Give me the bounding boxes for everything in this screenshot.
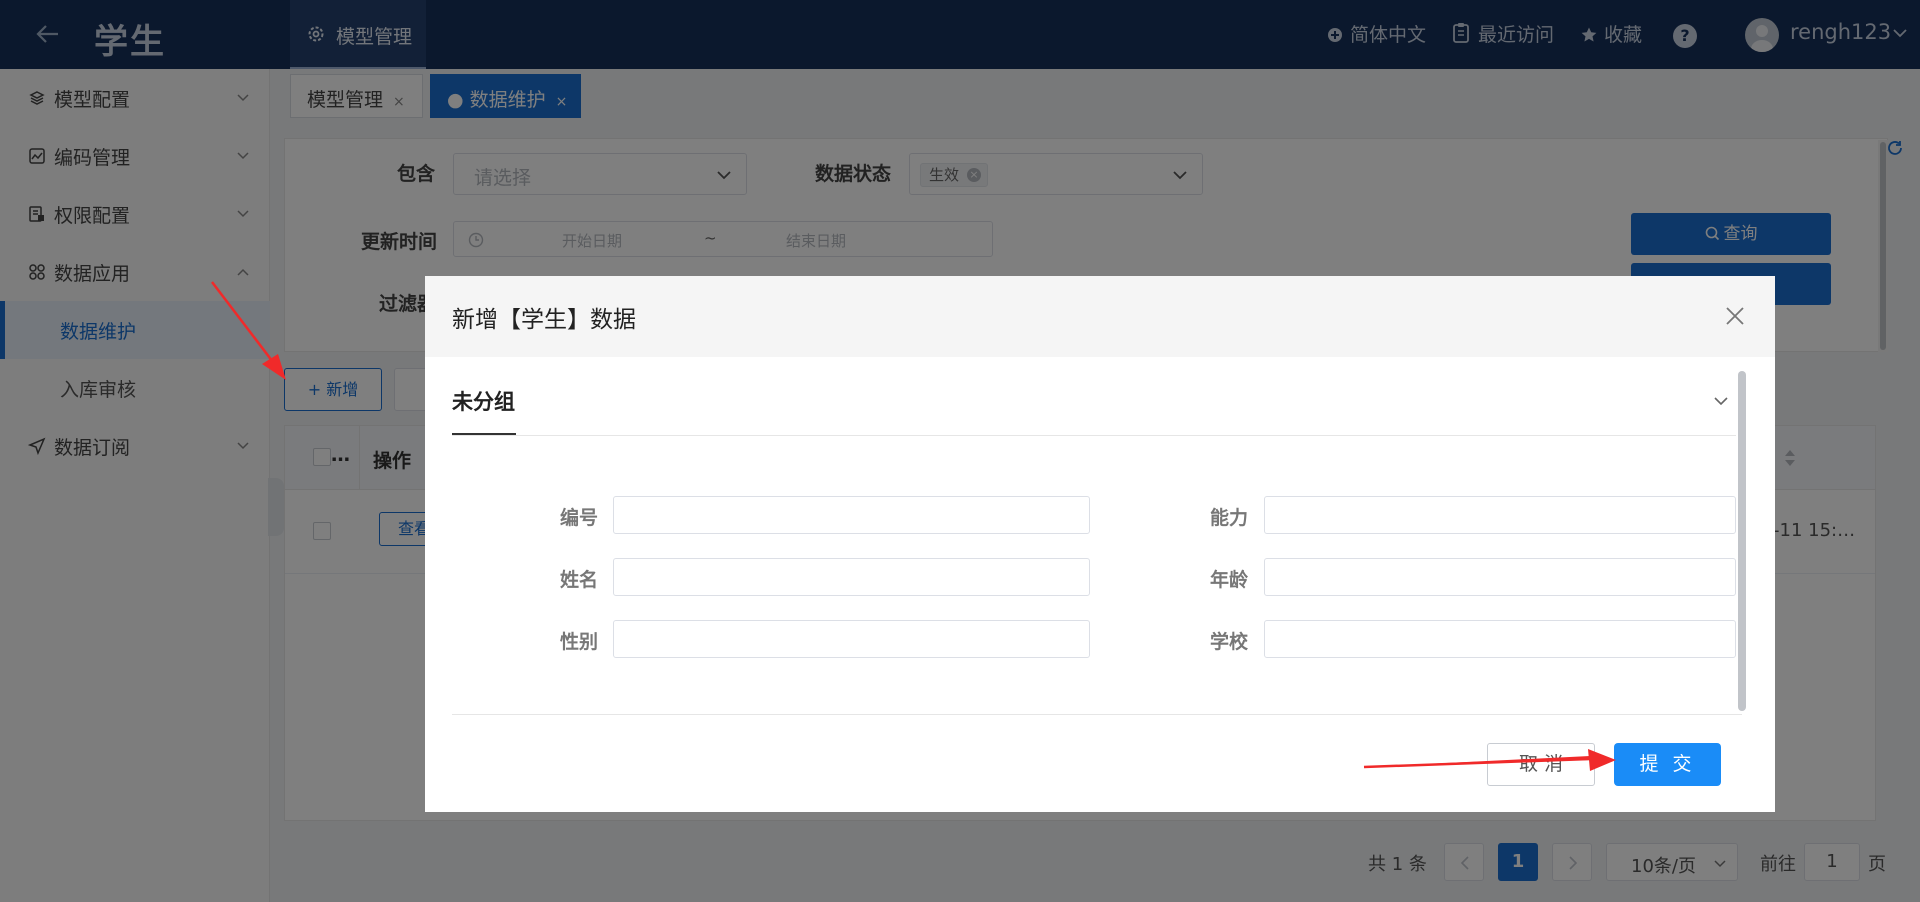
- field-input-school[interactable]: [1264, 620, 1736, 658]
- modal-title: 新增【学生】数据: [452, 307, 636, 333]
- field-input-id[interactable]: [613, 496, 1090, 534]
- submit-button[interactable]: 提 交: [1614, 743, 1721, 786]
- field-label-name: 姓名: [560, 569, 599, 591]
- field-label-school: 学校: [1210, 631, 1249, 653]
- group-divider: [452, 435, 1736, 436]
- add-data-modal: 新增【学生】数据 未分组 编号 姓名 性别 能力 年龄 学校 取 消 提 交: [425, 276, 1775, 812]
- modal-footer-divider: [452, 714, 1742, 715]
- field-input-ability[interactable]: [1264, 496, 1736, 534]
- field-label-gender: 性别: [560, 631, 599, 653]
- group-title[interactable]: 未分组: [452, 386, 515, 416]
- field-label-age: 年龄: [1210, 569, 1249, 591]
- field-label-ability: 能力: [1210, 507, 1249, 529]
- close-icon[interactable]: [1723, 304, 1747, 328]
- field-label-id: 编号: [560, 507, 599, 529]
- cancel-button[interactable]: 取 消: [1487, 743, 1595, 786]
- chevron-down-icon[interactable]: [1713, 396, 1729, 406]
- modal-scrollbar[interactable]: [1738, 371, 1746, 711]
- modal-header: 新增【学生】数据: [425, 276, 1775, 357]
- field-input-name[interactable]: [613, 558, 1090, 596]
- field-input-gender[interactable]: [613, 620, 1090, 658]
- group-active-underline: [452, 433, 516, 435]
- field-input-age[interactable]: [1264, 558, 1736, 596]
